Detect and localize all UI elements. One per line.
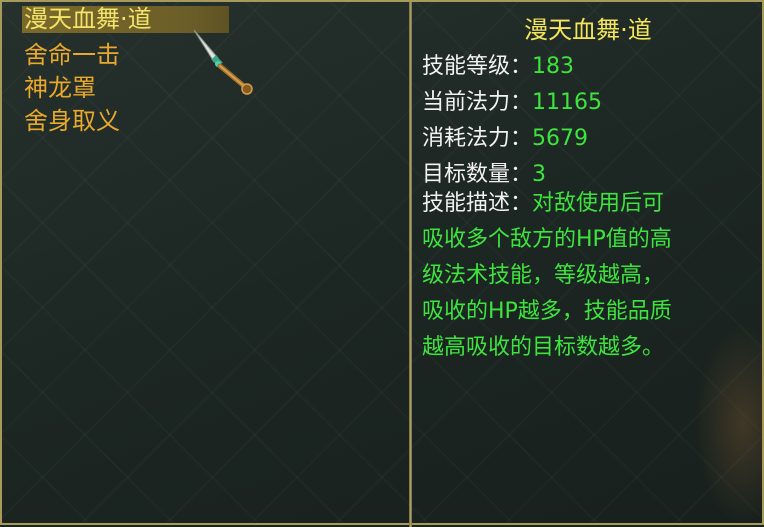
description-line: 技能描述：对敌使用后可: [422, 186, 722, 222]
skill-level-label: 技能等级：: [422, 54, 533, 79]
current-mp-value: 11165: [532, 90, 603, 115]
skill-level-value: 183: [532, 54, 575, 79]
cost-mp-row: 消耗法力：5679: [422, 120, 588, 152]
dagger-cursor-icon: [193, 29, 253, 95]
skill-title: 漫天血舞·道: [524, 16, 652, 44]
cost-mp-label: 消耗法力：: [422, 126, 533, 151]
skill-window: 漫天血舞·道 舍命一击 神龙罩 舍身取义 漫天血舞·道 技能等级：183 当前法…: [0, 0, 764, 527]
description-line: 吸收多个敌方的HP值的高: [422, 227, 672, 252]
current-mp-row: 当前法力：11165: [422, 84, 602, 116]
skill-level-row: 技能等级：183: [422, 48, 574, 80]
skill-detail-panel: 漫天血舞·道 技能等级：183 当前法力：11165 消耗法力：5679 目标数…: [412, 4, 764, 525]
description-text-first: 对敌使用后可: [532, 191, 665, 216]
skill-list-panel: 漫天血舞·道 舍命一击 神龙罩 舍身取义: [4, 4, 409, 525]
description-line: 级法术技能，等级越高，: [422, 263, 665, 288]
skill-item-sheshen-quyi[interactable]: 舍身取义: [22, 105, 229, 138]
target-count-value: 3: [532, 162, 547, 187]
background-decoration: [694, 324, 764, 524]
target-count-label: 目标数量：: [422, 162, 533, 187]
target-count-row: 目标数量：3: [422, 156, 546, 188]
description-line: 越高吸收的目标数越多。: [422, 335, 665, 360]
description-label: 技能描述：: [422, 191, 533, 216]
current-mp-label: 当前法力：: [422, 90, 533, 115]
skill-description: 技能描述：对敌使用后可 吸收多个敌方的HP值的高 级法术技能，等级越高， 吸收的…: [422, 186, 722, 366]
cost-mp-value: 5679: [532, 126, 589, 151]
description-line: 吸收的HP越多，技能品质: [422, 299, 672, 324]
